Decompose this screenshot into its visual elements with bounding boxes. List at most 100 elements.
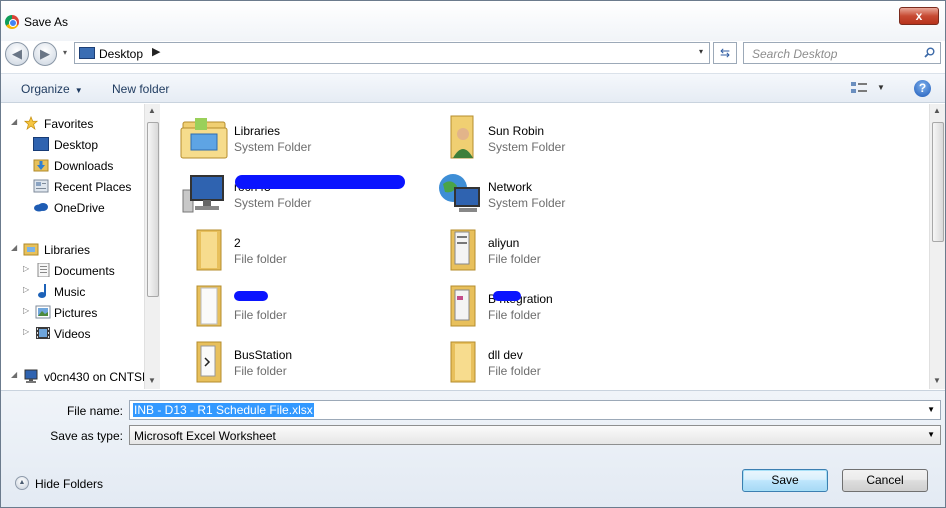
refresh-button[interactable]: ⇆ bbox=[713, 42, 737, 64]
desktop-icon bbox=[79, 47, 95, 59]
item-type: File folder bbox=[234, 252, 287, 266]
item-name: dll dev bbox=[488, 348, 523, 362]
nav-scroll-thumb[interactable] bbox=[147, 122, 159, 297]
view-dropdown-icon: ▼ bbox=[877, 83, 885, 92]
file-list: Libraries System Folder Sun Robin System… bbox=[165, 104, 929, 389]
address-row: ◀ ▶ ▾ Desktop ▶ ▾ ⇆ Search Desktop bbox=[1, 41, 945, 67]
save-as-type-select[interactable]: Microsoft Excel Worksheet ▼ bbox=[129, 425, 941, 445]
nav-item-label: Downloads bbox=[54, 159, 114, 173]
save-button[interactable]: Save bbox=[742, 469, 828, 492]
help-button[interactable]: ? bbox=[914, 80, 931, 97]
nav-scrollbar[interactable]: ▲ ▼ bbox=[144, 104, 160, 389]
recent-places-icon bbox=[33, 179, 49, 193]
documents-icon bbox=[37, 263, 50, 277]
expand-arrow-icon[interactable]: ▷ bbox=[23, 285, 29, 294]
item-name: Libraries bbox=[234, 124, 281, 138]
pictures-icon bbox=[35, 305, 51, 319]
folder-icon bbox=[196, 229, 222, 271]
chevron-down-icon: ▼ bbox=[74, 86, 83, 95]
item-type: System Folder bbox=[234, 196, 312, 210]
chevron-down-icon[interactable]: ▼ bbox=[927, 430, 935, 439]
nav-item-label: Desktop bbox=[54, 138, 99, 152]
address-dropdown-icon[interactable]: ▾ bbox=[699, 47, 703, 56]
folder-icon bbox=[450, 341, 476, 383]
search-box[interactable]: Search Desktop bbox=[743, 42, 941, 64]
chrome-app-icon bbox=[5, 15, 19, 29]
recent-locations-dropdown[interactable]: ▾ bbox=[63, 48, 67, 57]
file-name-value[interactable]: INB - D13 - R1 Schedule File.xlsx bbox=[133, 403, 314, 417]
title-bar: Save As x bbox=[1, 1, 945, 41]
nav-computer[interactable]: ◢ v0cn430 on CNTSM bbox=[11, 368, 152, 386]
redaction-mark bbox=[235, 175, 405, 189]
file-name-field[interactable]: INB - D13 - R1 Schedule File.xlsx ▼ bbox=[129, 400, 941, 420]
breadcrumb-separator-icon[interactable]: ▶ bbox=[152, 45, 160, 58]
desktop-icon bbox=[33, 137, 49, 151]
redaction-mark bbox=[493, 291, 521, 301]
nav-libraries-label: Libraries bbox=[44, 243, 91, 257]
collapse-arrow-icon[interactable]: ◢ bbox=[11, 243, 17, 252]
save-options-panel: File name: INB - D13 - R1 Schedule File.… bbox=[1, 390, 945, 507]
list-item[interactable]: BusStation File folder bbox=[165, 334, 415, 386]
list-item[interactable]: B ntegration File folder bbox=[419, 278, 669, 330]
videos-icon bbox=[36, 327, 50, 339]
list-item[interactable]: aliyun File folder bbox=[419, 222, 669, 274]
onedrive-icon bbox=[34, 203, 48, 212]
collapse-arrow-icon[interactable]: ◢ bbox=[11, 117, 17, 126]
computer-icon bbox=[182, 175, 224, 213]
list-item[interactable]: dll dev File folder bbox=[419, 334, 669, 386]
file-list-scroll-thumb[interactable] bbox=[932, 122, 944, 242]
nav-item-pictures[interactable]: ▷ Pictures bbox=[23, 304, 143, 322]
list-item[interactable]: roch43 System Folder bbox=[165, 166, 415, 218]
nav-favorites-label: Favorites bbox=[44, 117, 94, 131]
expand-arrow-icon[interactable]: ▷ bbox=[23, 264, 29, 273]
view-options-icon bbox=[851, 82, 867, 93]
nav-item-label: Pictures bbox=[54, 306, 98, 320]
nav-item-desktop[interactable]: Desktop bbox=[33, 136, 143, 154]
save-as-dialog: Save As x ◀ ▶ ▾ Desktop ▶ ▾ ⇆ Search Des… bbox=[0, 0, 946, 508]
close-button[interactable]: x bbox=[899, 7, 939, 25]
chevron-up-icon: ▲ bbox=[15, 476, 29, 490]
libraries-icon bbox=[23, 243, 39, 256]
nav-item-recent-places[interactable]: Recent Places bbox=[33, 178, 143, 196]
cancel-button[interactable]: Cancel bbox=[842, 469, 928, 492]
item-type: System Folder bbox=[488, 140, 566, 154]
search-icon[interactable] bbox=[924, 47, 935, 58]
forward-button[interactable]: ▶ bbox=[33, 42, 57, 66]
nav-item-documents[interactable]: ▷ Documents bbox=[23, 262, 143, 280]
scroll-up-icon[interactable]: ▲ bbox=[148, 106, 156, 115]
scroll-up-icon[interactable]: ▲ bbox=[933, 106, 941, 115]
organize-label: Organize bbox=[21, 82, 70, 96]
expand-arrow-icon[interactable]: ▷ bbox=[23, 327, 29, 336]
nav-item-onedrive[interactable]: OneDrive bbox=[33, 199, 143, 217]
back-button[interactable]: ◀ bbox=[5, 42, 29, 66]
nav-libraries[interactable]: ◢ Libraries bbox=[11, 241, 141, 259]
chevron-down-icon[interactable]: ▼ bbox=[927, 405, 935, 414]
nav-favorites[interactable]: ◢ Favorites bbox=[11, 115, 141, 133]
nav-item-music[interactable]: ▷ Music bbox=[23, 283, 143, 301]
list-item[interactable]: File folder bbox=[165, 278, 415, 330]
item-name: Network bbox=[488, 180, 533, 194]
item-name: BusStation bbox=[234, 348, 293, 362]
command-bar: Organize ▼ New folder ▼ ? bbox=[1, 73, 945, 103]
star-icon bbox=[23, 116, 39, 130]
breadcrumb-desktop[interactable]: Desktop bbox=[99, 47, 143, 61]
change-view-button[interactable]: ▼ bbox=[851, 81, 891, 97]
list-item[interactable]: Network System Folder bbox=[419, 166, 669, 218]
nav-item-videos[interactable]: ▷ Videos bbox=[23, 325, 143, 343]
user-folder-icon bbox=[450, 115, 474, 159]
collapse-arrow-icon[interactable]: ◢ bbox=[11, 370, 17, 379]
expand-arrow-icon[interactable]: ▷ bbox=[23, 306, 29, 315]
organize-menu[interactable]: Organize ▼ bbox=[21, 82, 83, 96]
address-bar[interactable]: Desktop ▶ ▾ bbox=[74, 42, 710, 64]
item-type: File folder bbox=[488, 364, 541, 378]
nav-item-downloads[interactable]: Downloads bbox=[33, 157, 143, 175]
nav-item-label: OneDrive bbox=[54, 201, 105, 215]
list-item[interactable]: Sun Robin System Folder bbox=[419, 110, 669, 162]
file-list-scrollbar[interactable]: ▲ ▼ bbox=[929, 104, 945, 389]
scroll-down-icon[interactable]: ▼ bbox=[148, 376, 156, 385]
new-folder-button[interactable]: New folder bbox=[112, 82, 169, 96]
list-item[interactable]: Libraries System Folder bbox=[165, 110, 415, 162]
folder-icon bbox=[196, 285, 222, 327]
list-item[interactable]: 2 File folder bbox=[165, 222, 415, 274]
scroll-down-icon[interactable]: ▼ bbox=[933, 376, 941, 385]
